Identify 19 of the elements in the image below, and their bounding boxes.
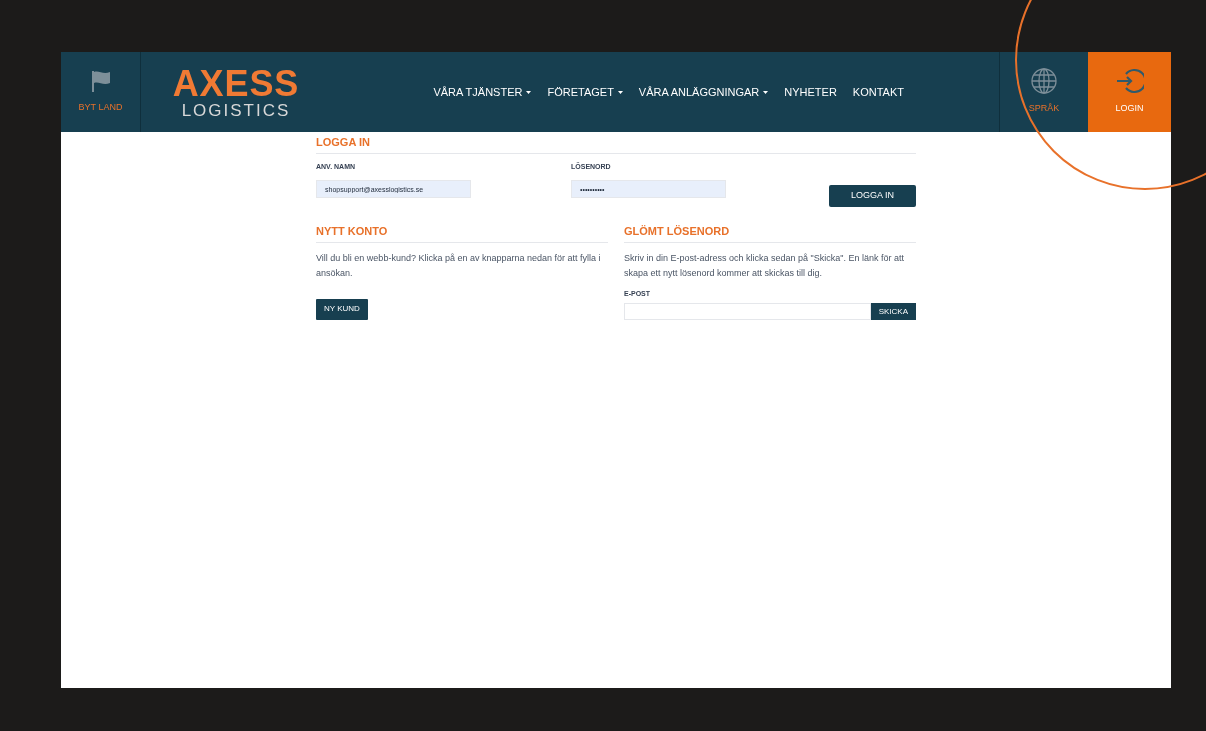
send-button[interactable]: SKICKA <box>870 303 916 320</box>
login-icon <box>1115 68 1144 95</box>
section-heading: LOGGA IN <box>316 132 916 154</box>
flag-icon <box>89 69 112 94</box>
section-heading: NYTT KONTO <box>316 223 608 243</box>
instructions-text: Vill du bli en webb-kund? Klicka på en av knapparna nedan för att fylla i ansökan. <box>316 251 602 280</box>
nav-link[interactable]: NYHETER <box>784 83 837 101</box>
nav-link[interactable]: KONTAKT <box>852 83 904 101</box>
login-submit-button[interactable]: LOGGA IN <box>829 185 916 207</box>
logo[interactable]: AXESS LOGISTICS <box>141 52 331 132</box>
instructions-text: Skriv in din E-post-adress och klicka sedan på "Skicka". En länk för att skapa ett nytt lösenord kommer att skickas till dig. <box>624 251 905 280</box>
new-customer-button[interactable]: NY KUND <box>316 298 368 320</box>
globe-icon <box>1031 68 1057 95</box>
email-field[interactable] <box>624 303 871 320</box>
change-country-link[interactable]: BYT LAND <box>61 52 141 132</box>
nav-link[interactable]: VÅRA ANLÄGGNINGAR <box>638 83 769 101</box>
section-heading: GLÖMT LÖSENORD <box>624 223 916 243</box>
nav-link[interactable]: VÅRA TJÄNSTER <box>433 83 532 101</box>
nav-link[interactable]: FÖRETAGET <box>547 83 623 101</box>
